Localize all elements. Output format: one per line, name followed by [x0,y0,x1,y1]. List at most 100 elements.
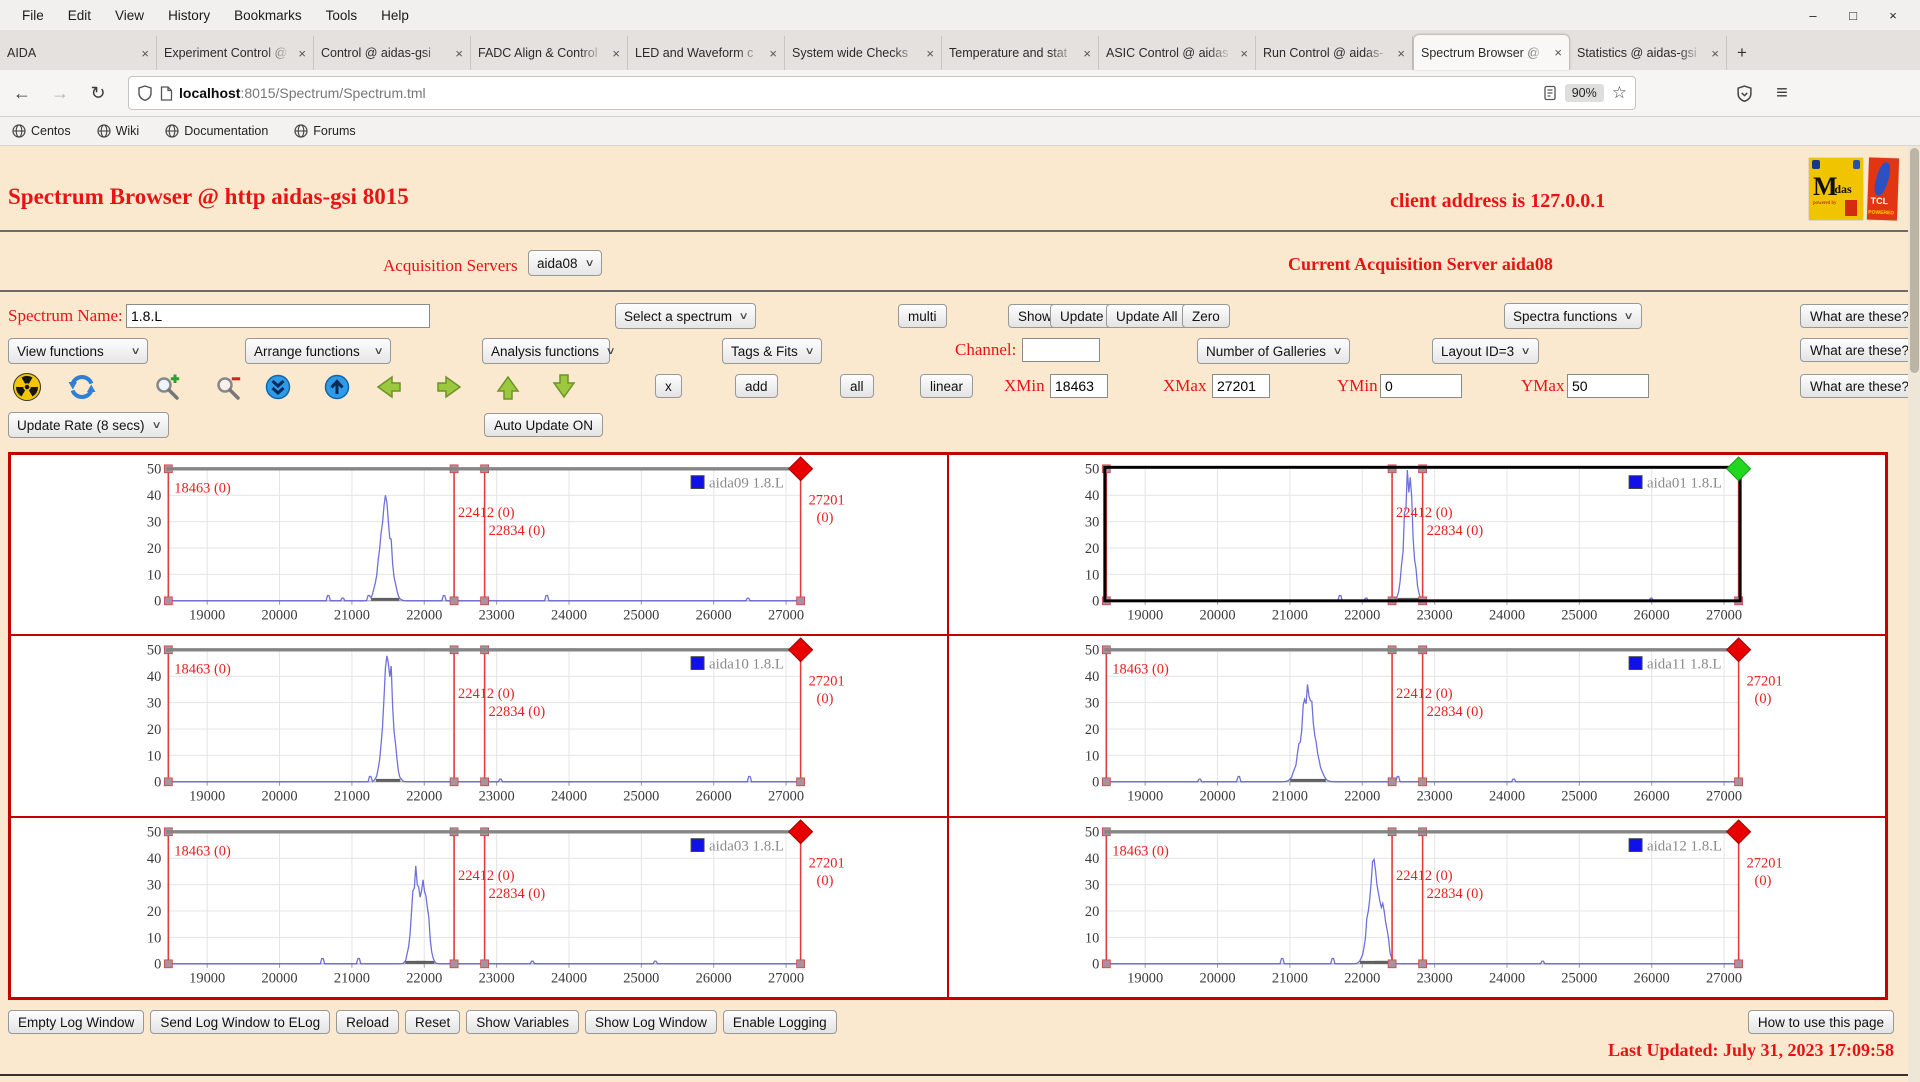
select-spectrum-dropdown[interactable]: Select a spectrum ∨ [615,303,757,329]
spectrum-panel-aida09[interactable]: 19000 20000 21000 22000 23000 24000 25000 26000… [10,454,948,636]
tab-close-icon[interactable]: × [1236,46,1248,61]
spectrum-panel-aida01[interactable]: 19000 20000 21000 22000 23000 24000 25000 26000… [948,454,1886,636]
pan-down-icon[interactable] [549,372,579,402]
url-text[interactable]: localhost:8015/Spectrum/Spectrum.tml [179,85,1543,101]
bookmark-star-icon[interactable]: ☆ [1612,83,1627,103]
url-bar[interactable]: localhost:8015/Spectrum/Spectrum.tml 90%… [128,76,1636,110]
tab-close-icon[interactable]: × [922,46,934,61]
expand-y-icon[interactable] [322,372,352,402]
reset-button[interactable]: Reset [404,1010,461,1034]
shield-icon[interactable] [137,85,153,101]
show-log-window-button[interactable]: Show Log Window [585,1010,717,1034]
spectrum-panel-aida11[interactable]: 19000 20000 21000 22000 23000 24000 25000 26000… [948,635,1886,817]
page-info-icon[interactable] [160,85,173,101]
tab-asic-control-aidas[interactable]: ASIC Control @ aidas × [1099,36,1256,70]
xmin-input[interactable] [1050,374,1108,398]
tab-close-icon[interactable]: × [765,46,777,61]
tags-fits-dropdown[interactable]: Tags & Fits ∨ [722,338,823,364]
empty-log-window-button[interactable]: Empty Log Window [8,1010,145,1034]
pan-left-icon[interactable] [373,372,403,402]
spectrum-panel-aida12[interactable]: 19000 20000 21000 22000 23000 24000 25000 26000… [948,816,1886,998]
menu-file[interactable]: File [10,4,56,27]
pan-up-icon[interactable] [493,372,523,402]
status-diamond[interactable] [1725,637,1752,663]
update-rate-dropdown[interactable]: Update Rate (8 secs) ∨ [8,412,169,438]
forward-icon[interactable]: → [44,78,76,108]
spectrum-panel-aida10[interactable]: 19000 20000 21000 22000 23000 24000 25000 26000… [10,635,948,817]
zoom-out-icon[interactable] [214,372,244,402]
spectra-functions-dropdown[interactable]: Spectra functions ∨ [1504,303,1642,329]
tab-fadc-align-control[interactable]: FADC Align & Control × [471,36,628,70]
radiation-icon[interactable] [12,372,42,402]
menu-view[interactable]: View [103,4,156,27]
reload-button[interactable]: Reload [336,1010,399,1034]
reload-icon[interactable]: ↻ [82,78,114,108]
ymin-input[interactable] [1380,374,1462,398]
view-functions-dropdown[interactable]: View functions ∨ [8,338,148,364]
spectrum-name-input[interactable] [126,304,430,328]
tab-run-control-aidas[interactable]: Run Control @ aidas- × [1256,36,1413,70]
update-button[interactable]: Update [1050,304,1114,328]
menu-help[interactable]: Help [369,4,421,27]
spectrum-plot-aida12[interactable]: 19000 20000 21000 22000 23000 24000 25000 26000… [949,818,1885,997]
tab-statistics-aidas-gsi[interactable]: Statistics @ aidas-gsi × [1570,36,1727,70]
bookmark-wiki[interactable]: Wiki [97,124,139,138]
add-button[interactable]: add [735,374,778,398]
tab-close-icon[interactable]: × [1550,45,1562,60]
analysis-functions-dropdown[interactable]: Analysis functions ∨ [482,338,616,364]
tab-close-icon[interactable]: × [1707,46,1719,61]
auto-update-button[interactable]: Auto Update ON [484,413,604,437]
show-variables-button[interactable]: Show Variables [466,1010,580,1034]
tab-close-icon[interactable]: × [1079,46,1091,61]
status-diamond[interactable] [1725,456,1752,482]
tab-close-icon[interactable]: × [608,46,620,61]
status-diamond[interactable] [787,456,814,482]
arrange-functions-dropdown[interactable]: Arrange functions ∨ [245,338,391,364]
tab-aida[interactable]: AIDA × [0,36,157,70]
protections-shield-icon[interactable] [1728,78,1760,108]
maximize-window-button[interactable]: □ [1838,4,1868,26]
what-are-these-button-2[interactable]: What are these? [1800,338,1920,362]
acquisition-server-select[interactable]: aida08 ∨ [528,250,602,276]
reader-mode-icon[interactable] [1543,85,1557,101]
tab-led-and-waveform-c[interactable]: LED and Waveform c × [628,36,785,70]
spectrum-plot-aida09[interactable]: 19000 20000 21000 22000 23000 24000 25000 26000… [11,455,947,634]
new-tab-button[interactable]: + [1727,38,1757,68]
menu-tools[interactable]: Tools [314,4,370,27]
tab-system-wide-checks[interactable]: System wide Checks × [785,36,942,70]
status-diamond[interactable] [787,637,814,663]
number-of-galleries-dropdown[interactable]: Number of Galleries ∨ [1197,338,1351,364]
refresh-icon[interactable] [67,372,97,402]
how-to-use-button[interactable]: How to use this page [1747,1010,1894,1034]
zoom-level-badge[interactable]: 90% [1564,84,1604,102]
xmax-input[interactable] [1212,374,1270,398]
close-window-button[interactable]: × [1878,4,1908,26]
page-scrollbar[interactable] [1908,146,1920,1082]
bookmark-forums[interactable]: Forums [294,124,356,138]
status-diamond[interactable] [787,818,814,844]
what-are-these-button-3[interactable]: What are these? [1800,374,1920,398]
menu-history[interactable]: History [156,4,222,27]
linear-button[interactable]: linear [920,374,974,398]
hamburger-menu-icon[interactable]: ≡ [1766,78,1798,108]
ymax-input[interactable] [1567,374,1649,398]
spectrum-plot-aida01[interactable]: 19000 20000 21000 22000 23000 24000 25000 26000… [949,455,1885,634]
x-button[interactable]: x [655,374,682,398]
tab-close-icon[interactable]: × [1393,46,1405,61]
zero-button[interactable]: Zero [1182,304,1230,328]
pan-right-icon[interactable] [435,372,465,402]
channel-input[interactable] [1022,338,1100,362]
spectrum-panel-aida03[interactable]: 19000 20000 21000 22000 23000 24000 25000 26000… [10,816,948,998]
send-log-window-to-elog-button[interactable]: Send Log Window to ELog [150,1010,331,1034]
tab-close-icon[interactable]: × [137,46,149,61]
status-diamond[interactable] [1725,818,1752,844]
zoom-in-icon[interactable] [153,372,183,402]
tab-close-icon[interactable]: × [294,46,306,61]
multi-button[interactable]: multi [898,304,947,328]
tab-spectrum-browser[interactable]: Spectrum Browser @ × [1413,34,1570,70]
spectrum-plot-aida03[interactable]: 19000 20000 21000 22000 23000 24000 25000 26000… [11,818,947,997]
spectrum-plot-aida11[interactable]: 19000 20000 21000 22000 23000 24000 25000 26000… [949,636,1885,815]
tab-experiment-control[interactable]: Experiment Control @ × [157,36,314,70]
menu-edit[interactable]: Edit [56,4,103,27]
what-are-these-button-1[interactable]: What are these? [1800,304,1920,328]
